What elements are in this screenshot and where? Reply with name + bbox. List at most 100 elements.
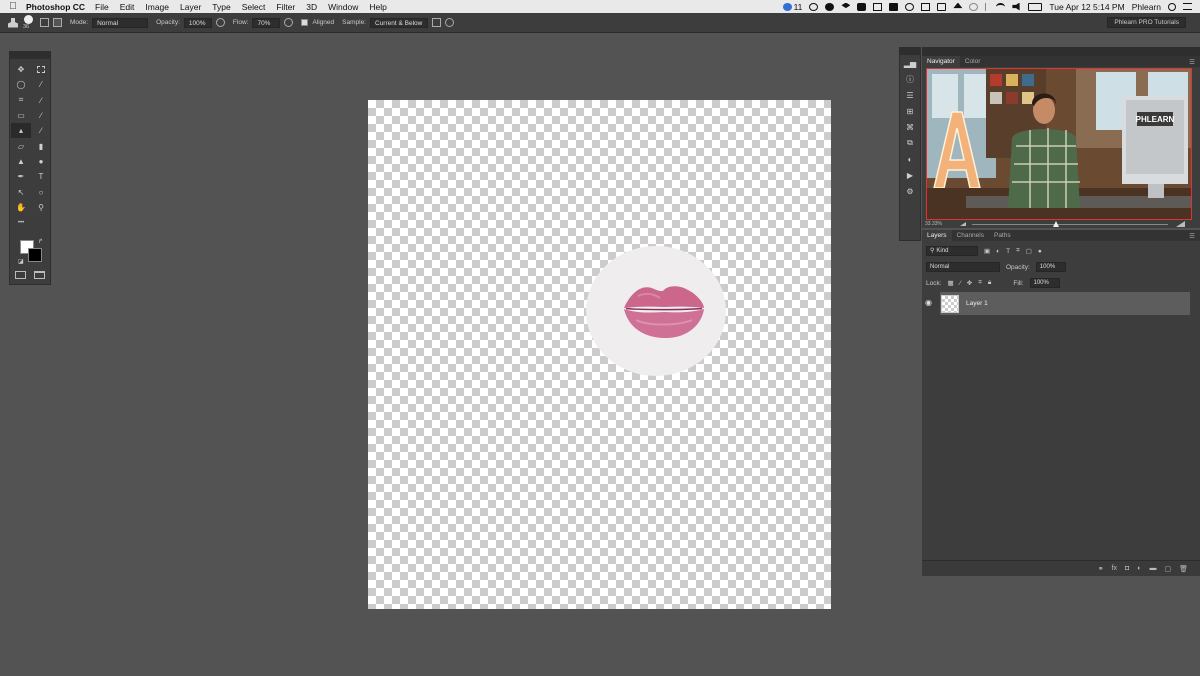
lock-artboard-icon[interactable]: ⌗ xyxy=(978,279,982,287)
bluetooth-icon[interactable] xyxy=(985,2,989,11)
skype-icon[interactable] xyxy=(825,2,835,11)
navigator-panel-header[interactable] xyxy=(922,47,1200,56)
zoom-tool-icon[interactable]: ⚲ xyxy=(31,200,51,215)
zoom-in-icon[interactable] xyxy=(1176,221,1185,227)
toggle-brush-panel-icon[interactable] xyxy=(40,18,49,27)
pressure-opacity-icon[interactable] xyxy=(215,18,225,27)
filter-shape-icon[interactable]: ⌗ xyxy=(1016,247,1020,255)
lock-pixels-icon[interactable]: ∕ xyxy=(960,280,961,287)
lock-transparent-icon[interactable]: ▦ xyxy=(948,279,954,287)
ignore-adjustment-layers-icon[interactable] xyxy=(432,18,441,27)
menu-select[interactable]: Select xyxy=(242,2,266,12)
adjustments-panel-icon[interactable]: ⊞ xyxy=(900,103,920,119)
new-group-icon[interactable]: ▬ xyxy=(1149,565,1156,572)
app-menu[interactable]: Photoshop CC xyxy=(26,2,85,12)
spotlight-search-icon[interactable] xyxy=(1168,2,1176,11)
filter-type-icon[interactable]: T xyxy=(1006,248,1010,255)
airbrush-icon[interactable] xyxy=(284,18,294,27)
aligned-checkbox[interactable] xyxy=(301,19,309,26)
clone-source-panel-icon[interactable] xyxy=(53,18,62,27)
layers-menu-icon[interactable]: ☰ xyxy=(1189,232,1200,240)
menu-image[interactable]: Image xyxy=(145,2,169,12)
sample-select[interactable]: Current & Below xyxy=(370,17,428,28)
eraser-tool-icon[interactable]: ▱ xyxy=(11,138,31,153)
move-tool-icon[interactable]: ✥ xyxy=(11,62,31,77)
lock-position-icon[interactable]: ✥ xyxy=(967,279,972,287)
evernote-icon[interactable] xyxy=(857,2,867,11)
default-colors-icon[interactable]: ◪ xyxy=(18,258,24,265)
tab-paths[interactable]: Paths xyxy=(989,230,1016,241)
menu-3d[interactable]: 3D xyxy=(306,2,317,12)
menu-file[interactable]: File xyxy=(95,2,109,12)
tab-channels[interactable]: Channels xyxy=(952,230,989,241)
volume-icon[interactable] xyxy=(1012,2,1020,11)
delete-layer-icon[interactable]: 🗑︎ xyxy=(1179,565,1188,573)
menu-window[interactable]: Window xyxy=(328,2,358,12)
battery-icon[interactable] xyxy=(1028,2,1043,11)
navigator-menu-icon[interactable]: ☰ xyxy=(1189,58,1200,66)
magic-wand-tool-icon[interactable]: ⁄ xyxy=(31,77,51,92)
record-icon[interactable] xyxy=(809,2,819,11)
layer-name[interactable]: Layer 1 xyxy=(966,300,988,307)
fill-field[interactable]: 100% xyxy=(1029,278,1060,288)
more-tools-icon[interactable]: ••• xyxy=(11,215,31,230)
clone-stamp-tool-icon[interactable]: ▴ xyxy=(11,123,31,139)
new-adjustment-layer-icon[interactable]: ◐ xyxy=(1137,565,1141,572)
layer-filter-kind[interactable]: ⚲ Kind xyxy=(926,246,978,256)
document-canvas[interactable] xyxy=(368,100,831,609)
opacity-field[interactable]: 100% xyxy=(183,17,212,28)
navigator-view-box[interactable] xyxy=(926,68,1192,220)
new-layer-icon[interactable]: ▢ xyxy=(1164,565,1171,573)
menu-type[interactable]: Type xyxy=(212,2,230,12)
tab-navigator[interactable]: Navigator xyxy=(922,56,960,67)
pen-tool-icon[interactable]: ✒ xyxy=(11,169,31,184)
flow-field[interactable]: 70% xyxy=(252,17,281,28)
marquee-tool-icon[interactable] xyxy=(31,62,51,77)
quick-mask-icon[interactable] xyxy=(15,271,26,279)
path-selection-tool-icon[interactable]: ↖ xyxy=(11,184,31,199)
crop-tool-icon[interactable]: ⌗ xyxy=(11,93,31,108)
tools-panel-header[interactable] xyxy=(10,52,50,59)
filter-smart-object-icon[interactable]: ▢ xyxy=(1026,247,1032,255)
layer-opacity-field[interactable]: 100% xyxy=(1035,262,1066,272)
menu-layer[interactable]: Layer xyxy=(180,2,201,12)
eject-icon[interactable] xyxy=(953,2,963,9)
icon-strip-header[interactable] xyxy=(900,48,920,55)
styles-panel-icon[interactable]: ◐ xyxy=(900,151,920,167)
dropbox-icon[interactable] xyxy=(841,2,851,9)
airplay-icon[interactable] xyxy=(937,2,947,11)
blend-mode-select[interactable]: Normal xyxy=(926,262,1000,272)
swap-colors-icon[interactable]: ↱ xyxy=(38,238,43,245)
lasso-tool-icon[interactable]: ◯ xyxy=(11,77,31,92)
libraries-panel-icon[interactable]: ⚙ xyxy=(900,183,920,199)
screen-icon[interactable] xyxy=(873,2,883,11)
actions-panel-icon[interactable]: ▶ xyxy=(900,167,920,183)
brush-tool-icon[interactable]: ∕ xyxy=(31,108,51,123)
dodge-tool-icon[interactable]: ● xyxy=(31,154,51,169)
layer-style-icon[interactable]: fx xyxy=(1112,565,1117,572)
tool-icon[interactable] xyxy=(889,2,899,11)
link-layers-icon[interactable]: ⚭ xyxy=(1098,565,1104,573)
user-name[interactable]: Phlearn xyxy=(1132,2,1161,12)
screen-mode-icon[interactable] xyxy=(34,271,45,279)
zoom-out-icon[interactable] xyxy=(960,222,966,226)
blur-tool-icon[interactable]: ▲ xyxy=(11,154,31,169)
clone-source-panel-strip-icon[interactable]: ⧉ xyxy=(900,135,920,151)
filter-adjustment-icon[interactable]: ◐ xyxy=(996,248,1000,255)
menu-edit[interactable]: Edit xyxy=(120,2,135,12)
navigator-preview-image[interactable]: PHLEARN xyxy=(926,68,1192,220)
tab-color[interactable]: Color xyxy=(960,56,986,67)
navigator-zoom-value[interactable]: 33.33% xyxy=(925,221,942,227)
properties-panel-icon[interactable]: ☰ xyxy=(900,87,920,103)
workspace-switcher[interactable]: Phlearn PRO Tutorials xyxy=(1107,17,1186,28)
info-panel-icon[interactable]: ⓘ xyxy=(900,71,920,87)
healing-brush-tool-icon[interactable]: ▭ xyxy=(11,108,31,123)
zoom-slider[interactable] xyxy=(972,224,1168,225)
type-tool-icon[interactable]: T xyxy=(31,169,51,184)
brush-size-picker[interactable]: 36 xyxy=(22,14,36,32)
notification-badge-icon[interactable]: 11 xyxy=(782,2,802,12)
history-brush-tool-icon[interactable]: ∕ xyxy=(31,123,51,138)
hand-tool-icon[interactable]: ✋ xyxy=(11,200,31,215)
clone-stamp-preset-icon[interactable] xyxy=(8,17,18,28)
add-mask-icon[interactable]: ◘ xyxy=(1125,565,1129,572)
